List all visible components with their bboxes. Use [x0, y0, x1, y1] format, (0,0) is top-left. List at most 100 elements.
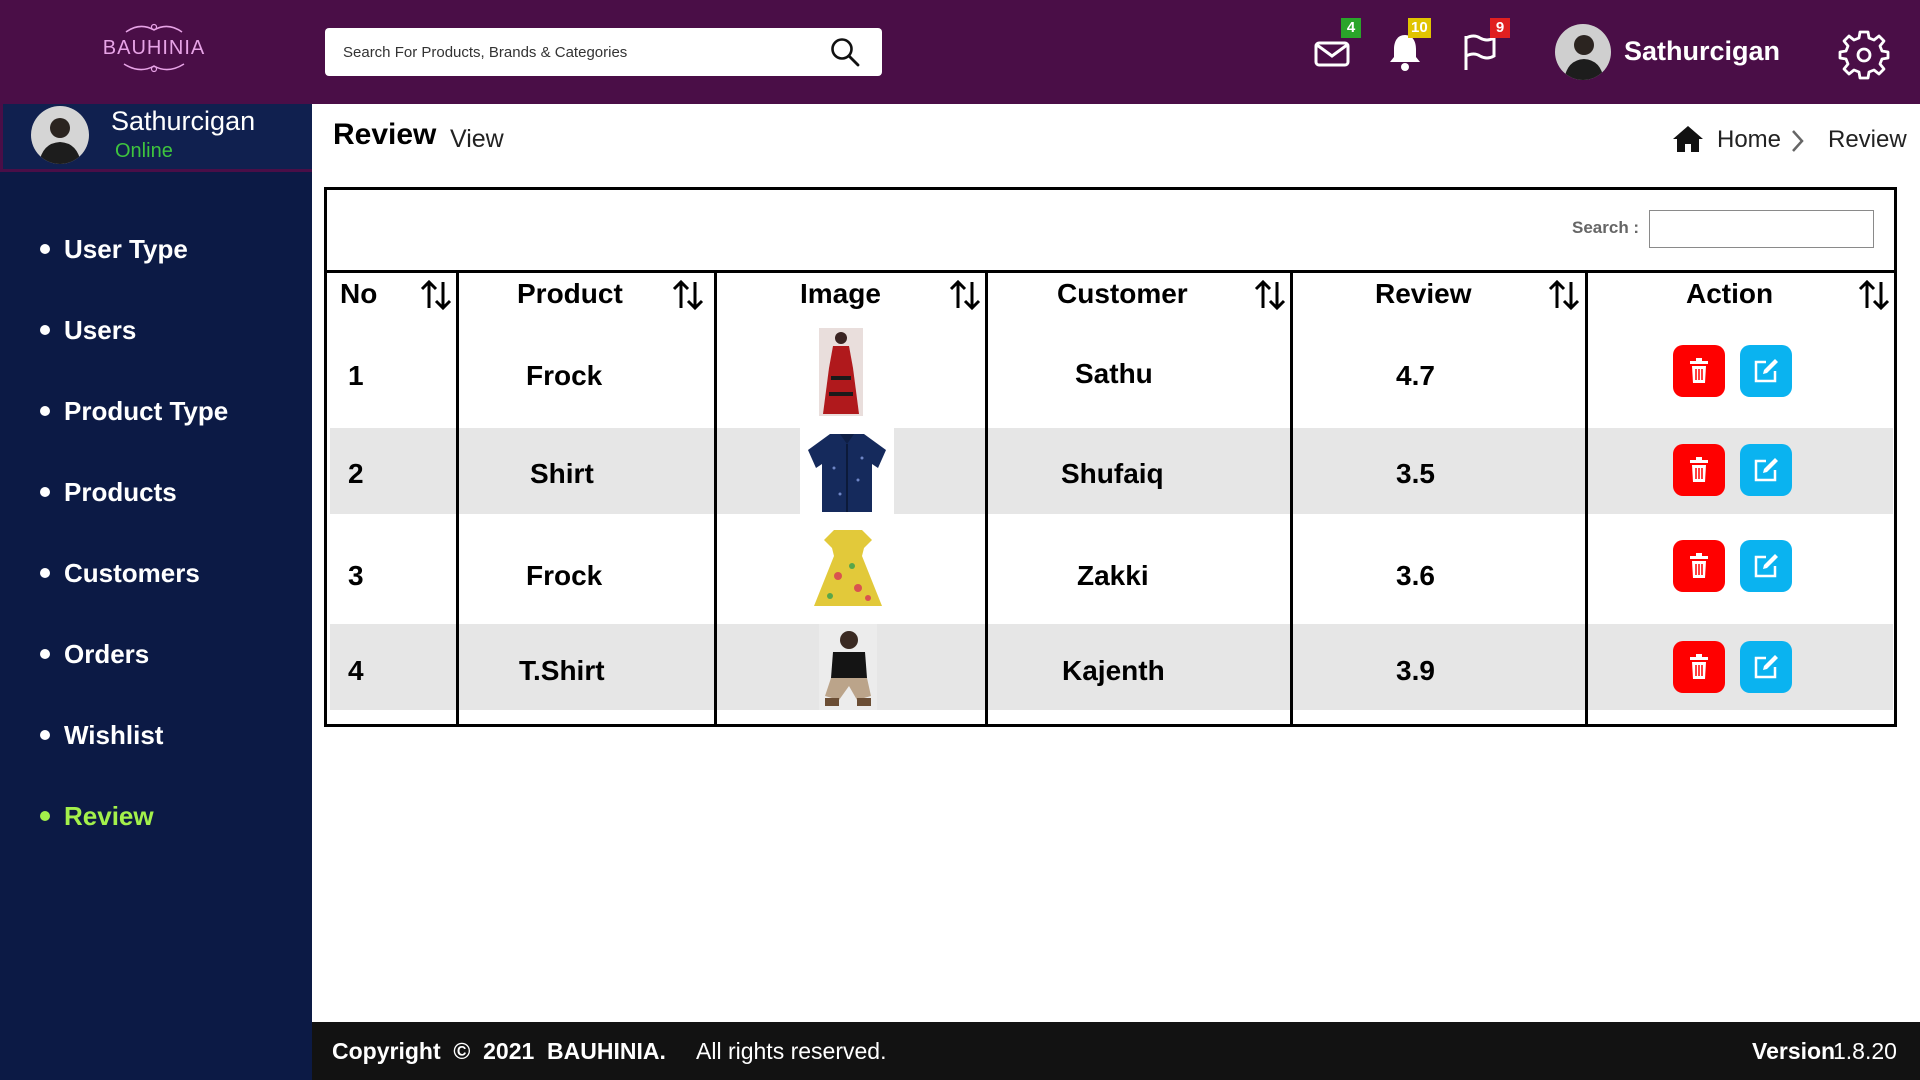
bullet-icon	[40, 730, 50, 740]
sidebar-user-status: Online	[115, 140, 173, 162]
header-divider	[324, 270, 1897, 273]
bullet-icon	[40, 325, 50, 335]
sort-icon[interactable]	[948, 278, 982, 312]
delete-button[interactable]	[1673, 641, 1725, 693]
edit-button[interactable]	[1740, 444, 1792, 496]
edit-button[interactable]	[1740, 345, 1792, 397]
home-icon[interactable]	[1672, 124, 1704, 154]
bullet-icon	[40, 244, 50, 254]
trash-icon	[1690, 654, 1708, 679]
header-user-name[interactable]: Sathurcigan	[1624, 36, 1780, 67]
sidebar-user-panel: Sathurcigan Online	[0, 104, 312, 172]
column-header-review[interactable]: Review	[1375, 278, 1472, 310]
bullet-icon	[40, 568, 50, 578]
cell-no: 2	[348, 458, 364, 489]
logo-text: BAUHINIA	[102, 37, 206, 59]
table-search-label: Search :	[1572, 218, 1640, 237]
breadcrumb-current: Review	[1828, 126, 1907, 153]
sidebar-item-customers[interactable]: Customers	[40, 553, 200, 593]
cell-no: 3	[348, 560, 364, 591]
logo-ornament-bottom	[123, 63, 185, 73]
delete-button[interactable]	[1673, 345, 1725, 397]
column-divider	[714, 270, 717, 727]
trash-icon	[1690, 358, 1708, 383]
sort-icon[interactable]	[419, 278, 453, 312]
column-header-image[interactable]: Image	[800, 278, 881, 310]
sidebar: Sathurcigan Online User Type Users Produ…	[0, 104, 312, 1080]
sidebar-item-users[interactable]: Users	[40, 310, 136, 350]
edit-icon	[1754, 554, 1778, 578]
mail-count-badge: 4	[1341, 18, 1361, 38]
cell-product: Frock	[526, 360, 603, 391]
sidebar-item-label: Review	[64, 800, 154, 831]
sidebar-item-label: Customers	[64, 557, 200, 588]
trash-icon	[1690, 553, 1708, 578]
sidebar-item-label: Products	[64, 476, 177, 507]
footer-copyright: Copyright © 2021 BAUHINIA.	[332, 1038, 666, 1064]
sidebar-item-label: Product Type	[64, 395, 229, 426]
column-header-no[interactable]: No	[340, 278, 377, 310]
trash-icon	[1690, 457, 1708, 482]
column-header-action[interactable]: Action	[1686, 278, 1773, 310]
sidebar-item-user-type[interactable]: User Type	[40, 229, 188, 269]
cell-review: 3.6	[1396, 560, 1435, 591]
sidebar-avatar[interactable]	[31, 106, 89, 164]
column-divider	[1290, 270, 1293, 727]
cell-customer: Kajenth	[1062, 655, 1165, 686]
column-header-product[interactable]: Product	[517, 278, 623, 310]
column-divider	[1585, 270, 1588, 727]
edit-icon	[1754, 359, 1778, 383]
cell-no: 4	[348, 655, 364, 686]
cell-product: T.Shirt	[519, 655, 605, 686]
user-avatar[interactable]	[1555, 24, 1611, 80]
sidebar-user-name: Sathurcigan	[111, 106, 256, 136]
flag-count-badge: 9	[1490, 18, 1510, 38]
product-image	[819, 624, 877, 710]
product-image	[800, 428, 894, 514]
notification-count-badge: 10	[1408, 18, 1431, 38]
bullet-icon	[40, 406, 50, 416]
footer-version-label: Version	[1752, 1038, 1836, 1064]
cell-customer: Shufaiq	[1061, 458, 1164, 489]
brand-logo[interactable]: BAUHINIA	[96, 22, 212, 78]
sidebar-item-label: Users	[64, 314, 137, 345]
edit-icon	[1754, 458, 1778, 482]
edit-icon	[1754, 655, 1778, 679]
logo-ornament-top	[125, 23, 183, 33]
sort-icon[interactable]	[671, 278, 705, 312]
cell-customer: Zakki	[1077, 560, 1149, 591]
sort-icon[interactable]	[1253, 278, 1287, 312]
gear-icon[interactable]	[1838, 28, 1890, 80]
bullet-icon	[40, 811, 50, 821]
breadcrumb-home[interactable]: Home	[1717, 126, 1781, 154]
cell-product: Shirt	[530, 458, 594, 489]
chevron-right-icon	[1792, 130, 1804, 152]
column-divider	[456, 270, 459, 727]
footer-version-value: 1.8.20	[1833, 1038, 1897, 1064]
footer: Copyright © 2021 BAUHINIA. All rights re…	[312, 1022, 1920, 1080]
sidebar-item-orders[interactable]: Orders	[40, 634, 149, 674]
search-icon[interactable]	[827, 36, 863, 68]
global-search-input[interactable]	[343, 40, 813, 64]
edit-button[interactable]	[1740, 540, 1792, 592]
delete-button[interactable]	[1673, 444, 1725, 496]
cell-review: 3.9	[1396, 655, 1435, 686]
cell-review: 3.5	[1396, 458, 1435, 489]
delete-button[interactable]	[1673, 540, 1725, 592]
sidebar-item-wishlist[interactable]: Wishlist	[40, 715, 163, 755]
cell-no: 1	[348, 360, 364, 391]
sidebar-item-label: Orders	[64, 638, 150, 669]
page-subtitle: View	[450, 125, 504, 153]
sidebar-item-review[interactable]: Review	[40, 796, 154, 836]
product-image	[819, 328, 863, 416]
sidebar-item-label: User Type	[64, 233, 188, 264]
cell-product: Frock	[526, 560, 603, 591]
sort-icon[interactable]	[1857, 278, 1891, 312]
column-header-customer[interactable]: Customer	[1057, 278, 1188, 310]
sidebar-item-product-type[interactable]: Product Type	[40, 391, 228, 431]
table-search-input[interactable]	[1649, 210, 1874, 248]
sidebar-item-products[interactable]: Products	[40, 472, 177, 512]
edit-button[interactable]	[1740, 641, 1792, 693]
cell-review: 4.7	[1396, 360, 1435, 391]
sort-icon[interactable]	[1547, 278, 1581, 312]
